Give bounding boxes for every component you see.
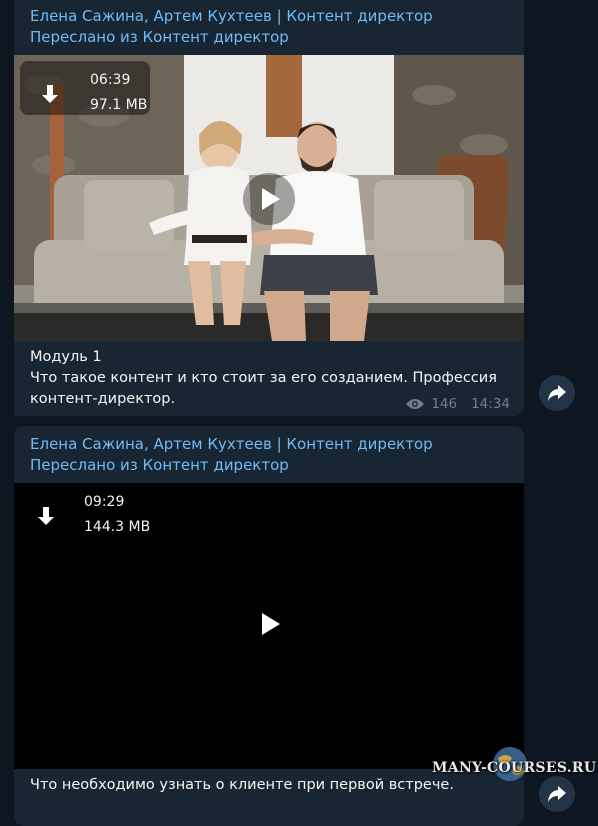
message-bubble: Елена Сажина, Артем Кухтеев | Контент ди… [14,0,524,416]
forwarded-from[interactable]: Переслано из Контент директор [30,455,508,476]
share-button[interactable] [539,776,575,812]
caption-line: Что такое контент и кто стоит за его соз… [30,370,497,386]
author-name[interactable]: Елена Сажина, Артем Кухтеев | Контент ди… [30,6,508,27]
video-info-overlay: 06:39 97.1 MB [20,61,150,115]
share-icon [548,385,566,401]
video-thumbnail[interactable]: 06:39 97.1 MB [14,55,524,341]
eye-icon [406,399,425,409]
video-duration: 06:39 [90,72,131,88]
message-time: 14:34 [471,396,510,412]
video-size: 144.3 MB [84,519,151,535]
download-icon[interactable] [38,83,62,107]
share-icon [548,786,566,802]
share-button[interactable] [539,375,575,411]
download-icon[interactable] [34,505,58,529]
watermark: MANY-COURSES.RU [432,760,597,776]
play-button[interactable] [243,598,295,650]
play-icon [262,188,280,210]
caption-line: Модуль 1 [30,349,102,365]
video-size: 97.1 MB [90,97,148,113]
message-meta: 146 14:34 [405,396,510,412]
video-thumbnail[interactable]: 09:29 144.3 MB [14,483,524,769]
author-name[interactable]: Елена Сажина, Артем Кухтеев | Контент ди… [30,434,508,455]
play-button[interactable] [243,173,295,225]
play-icon [262,613,280,635]
message-header: Елена Сажина, Артем Кухтеев | Контент ди… [14,426,524,476]
forwarded-from[interactable]: Переслано из Контент директор [30,27,508,48]
caption-line: Что необходимо узнать о клиенте при перв… [30,777,454,793]
video-duration: 09:29 [84,494,125,510]
message-header: Елена Сажина, Артем Кухтеев | Контент ди… [14,0,524,48]
view-count: 146 [431,396,458,412]
